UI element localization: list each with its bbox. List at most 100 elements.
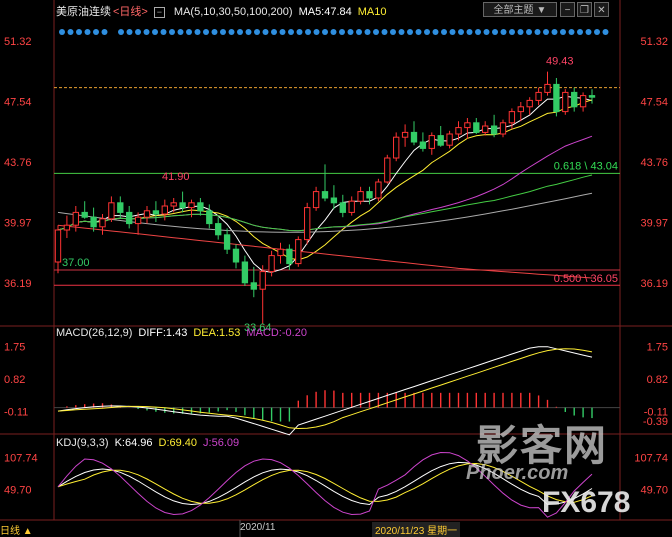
- macd-header: MACD(26,12,9) DIFF:1.43 DEA:1.53 MACD:-0.20: [56, 327, 313, 339]
- candle: [393, 132, 400, 162]
- annotation-peak-left: 41.90: [162, 171, 190, 183]
- event-marker-dot: [517, 29, 524, 35]
- window-minimize-icon[interactable]: −: [560, 2, 575, 17]
- event-marker-dot: [407, 29, 413, 35]
- event-marker-dot: [398, 29, 405, 35]
- candle-body: [437, 135, 444, 146]
- candle: [562, 89, 569, 115]
- window-restore-icon[interactable]: ❐: [577, 2, 592, 17]
- price-axis-tick-right: 51.32: [640, 36, 668, 48]
- candle-body: [223, 234, 231, 250]
- candle-body: [375, 181, 382, 199]
- window-close-icon[interactable]: ✕: [594, 2, 609, 17]
- candle-body: [446, 133, 453, 146]
- event-marker-dot: [126, 29, 133, 35]
- event-marker-dot: [492, 29, 498, 35]
- event-marker-dot: [551, 29, 558, 35]
- period-tab[interactable]: 日线 ▲: [0, 522, 33, 537]
- event-marker-dot: [466, 29, 473, 35]
- candle-body: [179, 202, 186, 209]
- macd-value: MACD:-0.20: [246, 327, 307, 339]
- candle-body: [419, 141, 427, 149]
- candle-body: [455, 127, 462, 135]
- event-marker-dot: [432, 29, 439, 35]
- event-marker-dot: [330, 29, 337, 35]
- event-marker-dot: [568, 29, 575, 35]
- event-marker-dot: [381, 29, 388, 35]
- price-axis-tick-right: 36.19: [640, 278, 668, 290]
- kdj-d: D:69.40: [158, 437, 198, 449]
- candle-body: [526, 99, 533, 108]
- event-marker-dot: [245, 29, 252, 35]
- event-marker-dot: [577, 29, 583, 35]
- candle-body: [321, 191, 329, 199]
- price-axis-tick-left: 51.32: [4, 36, 32, 48]
- ma-expand-icon[interactable]: −: [153, 7, 165, 18]
- candle-body: [90, 216, 97, 228]
- candle: [304, 202, 311, 245]
- candle-body: [473, 122, 480, 133]
- event-marker-dot: [152, 29, 158, 35]
- candle: [295, 236, 302, 267]
- event-marker-dot: [262, 29, 269, 35]
- ma5-value: MA5:47.84: [298, 6, 352, 18]
- event-marker-dot: [279, 29, 286, 35]
- candle-body: [571, 91, 578, 108]
- candle-body: [259, 271, 266, 290]
- theme-dropdown-button[interactable]: 全部主题 ▼: [483, 2, 557, 17]
- event-marker-dot: [160, 29, 167, 35]
- candle-body: [99, 218, 106, 228]
- candle-body: [277, 248, 284, 257]
- candle-body: [517, 106, 524, 113]
- candle-body: [348, 200, 355, 213]
- period-label[interactable]: <日线>: [113, 6, 148, 18]
- event-marker-dot: [364, 29, 371, 35]
- event-marker-dot: [271, 29, 277, 35]
- kdj-title: KDJ(9,3,3): [56, 437, 109, 449]
- annotation-high: 49.43: [546, 55, 574, 67]
- macd-dea: DEA:1.53: [193, 327, 241, 339]
- event-marker-dot: [143, 29, 150, 35]
- event-marker-dot: [509, 29, 515, 35]
- kdj-k: K:64.96: [114, 437, 153, 449]
- cursor-date-label: 2020/11/23 星期一: [372, 522, 461, 537]
- candle-body: [250, 282, 257, 290]
- candle-body: [579, 95, 587, 108]
- event-marker-dot: [322, 29, 328, 35]
- candle-body: [295, 239, 302, 265]
- candle-body: [152, 210, 160, 215]
- event-marker-dot: [483, 29, 490, 35]
- candle-body: [126, 211, 133, 225]
- chevron-down-icon: ▼: [536, 5, 547, 16]
- event-marker-dot: [237, 29, 243, 35]
- candle-body: [232, 248, 240, 263]
- macd-title: MACD(26,12,9): [56, 327, 133, 339]
- candle-body: [241, 261, 249, 284]
- event-marker-dot: [135, 29, 141, 35]
- event-marker-dot: [169, 29, 175, 35]
- candle-body: [401, 131, 409, 138]
- candle-body: [215, 223, 222, 236]
- price-axis-tick-right: 47.54: [640, 96, 668, 108]
- candle-body: [508, 111, 516, 124]
- candle-body: [63, 224, 71, 231]
- candle: [384, 154, 391, 184]
- event-marker-dot: [313, 29, 320, 35]
- event-marker-dot: [390, 29, 396, 35]
- watermark-url: Phoer.com: [466, 462, 569, 484]
- event-marker-dot: [177, 29, 184, 35]
- event-marker-dot: [339, 29, 345, 35]
- ma-params-label: MA(5,10,30,50,100,200): [173, 6, 293, 18]
- macd-axis-extra: -0.39: [643, 416, 668, 428]
- event-marker-dot: [203, 29, 209, 35]
- event-marker-dot: [347, 29, 354, 35]
- candle: [375, 178, 382, 202]
- candle-body: [117, 202, 124, 213]
- instrument-name[interactable]: 美原油连续: [56, 6, 111, 18]
- event-marker-dot: [305, 29, 311, 35]
- event-marker-dot: [534, 29, 541, 35]
- candle-body: [143, 210, 151, 218]
- candle-body: [134, 216, 142, 225]
- price-axis-tick-left: 36.19: [4, 278, 32, 290]
- price-axis-tick-left: 43.76: [4, 157, 32, 169]
